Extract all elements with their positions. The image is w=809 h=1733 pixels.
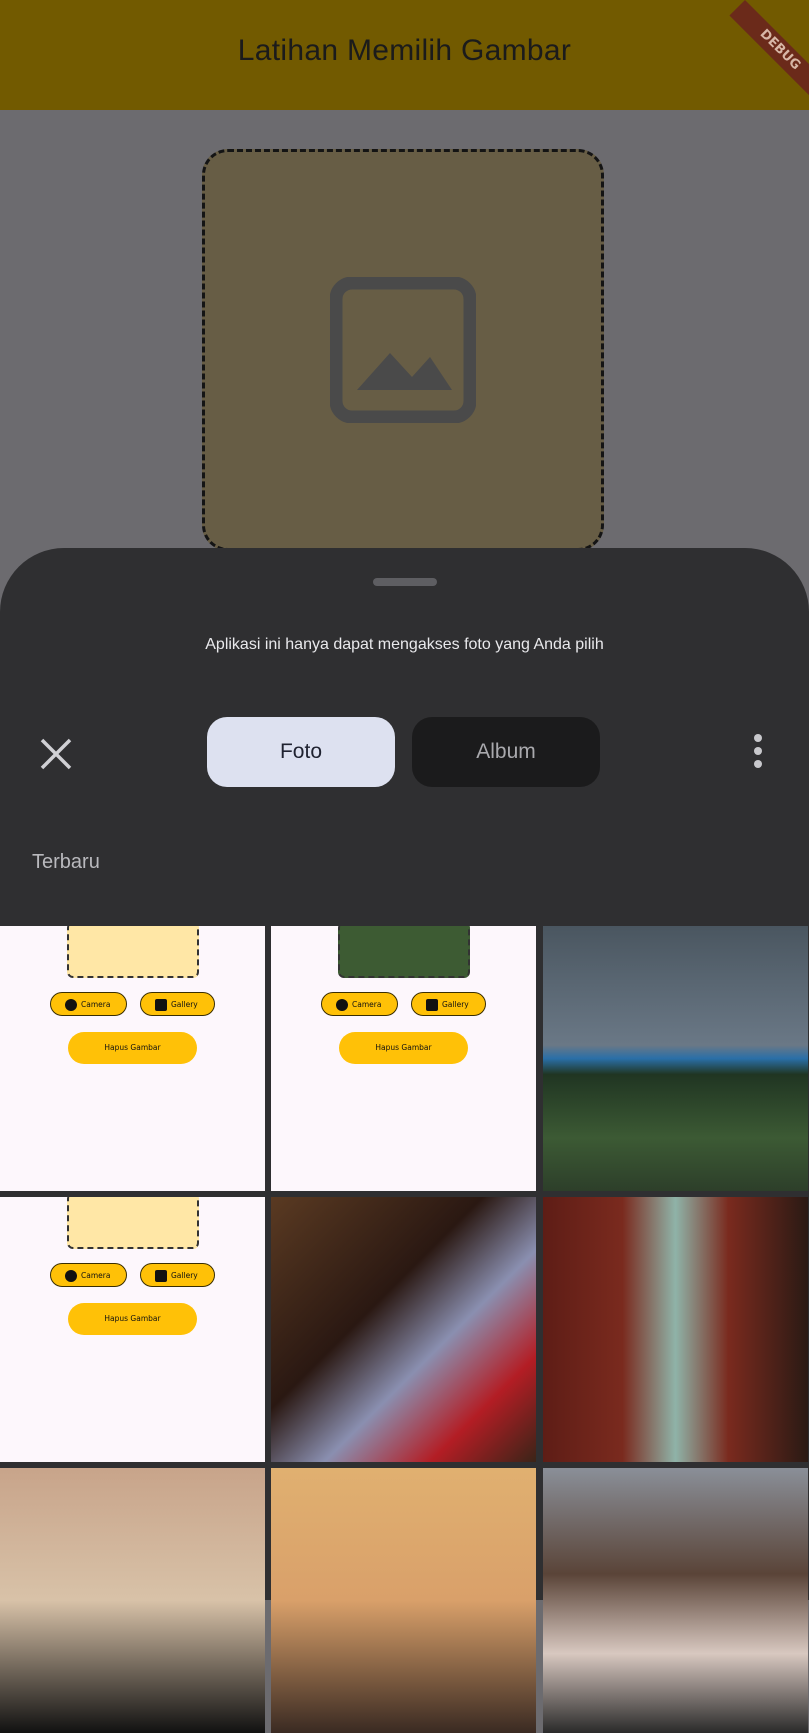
section-label: Terbaru (32, 851, 100, 873)
camera-icon (336, 999, 348, 1011)
thumbnail[interactable]: Camera Gallery Hapus Gambar (0, 1197, 265, 1462)
app-title: Latihan Memilih Gambar (237, 34, 572, 67)
close-icon[interactable] (36, 734, 76, 774)
drag-handle[interactable] (373, 578, 437, 586)
access-message: Aplikasi ini hanya dapat mengakses foto … (205, 636, 604, 653)
image-icon (330, 277, 476, 423)
thumbnail-preview-frame (67, 1197, 199, 1249)
app-bar: Latihan Memilih Gambar DEBUG (0, 0, 809, 110)
photo-picker-sheet: Aplikasi ini hanya dapat mengakses foto … (0, 548, 809, 1733)
gallery-icon (155, 999, 167, 1011)
thumbnail[interactable] (543, 1197, 808, 1462)
thumbnail[interactable] (271, 1197, 536, 1462)
gallery-icon (155, 1270, 167, 1282)
thumbnail[interactable] (0, 1468, 265, 1733)
camera-icon (65, 1270, 77, 1282)
camera-icon (65, 999, 77, 1011)
thumbnail[interactable]: Camera Gallery Hapus Gambar (0, 926, 265, 1191)
thumbnail[interactable]: Camera Gallery Hapus Gambar (271, 926, 536, 1191)
gallery-icon (426, 999, 438, 1011)
thumbnail-preview-frame (338, 926, 470, 978)
tab-album[interactable]: Album (412, 717, 600, 787)
tab-foto[interactable]: Foto (207, 717, 395, 787)
thumbnail[interactable] (543, 926, 808, 1191)
thumbnail-preview-frame (67, 926, 199, 978)
more-vert-icon[interactable] (752, 732, 764, 772)
image-placeholder[interactable] (202, 149, 604, 551)
thumbnail[interactable] (543, 1468, 808, 1733)
thumbnail[interactable] (271, 1468, 536, 1733)
